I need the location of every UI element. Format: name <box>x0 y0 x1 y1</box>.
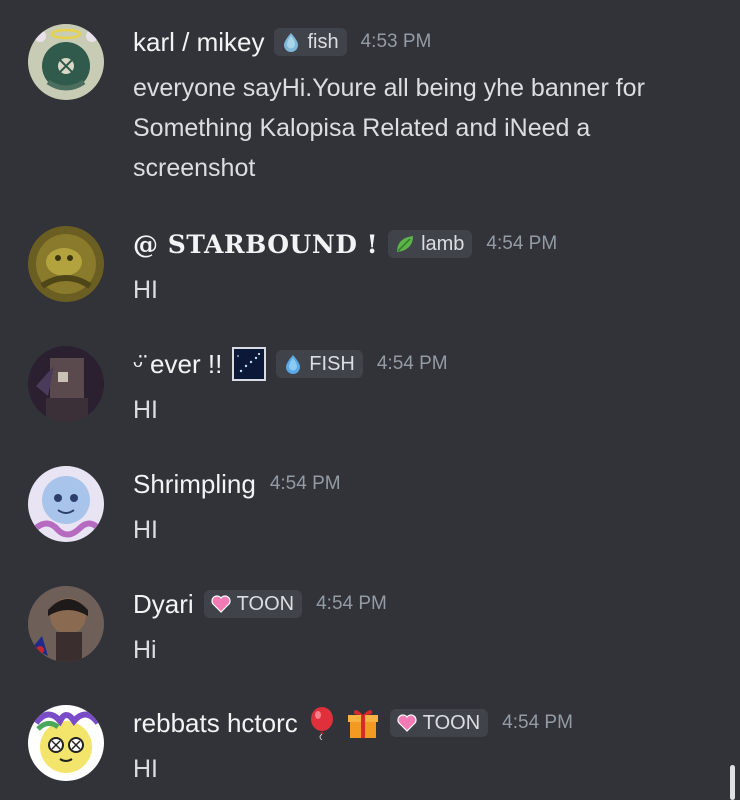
message-text: HI <box>133 755 158 783</box>
avatar[interactable] <box>28 586 104 662</box>
author-name[interactable]: ᵕ̈ ever !! <box>133 349 222 380</box>
water-drop-icon <box>286 355 301 374</box>
message-text: everyone sayHi.Youre all being yhe banne… <box>133 74 645 182</box>
gift-icon <box>346 706 380 740</box>
server-tag[interactable]: fish <box>274 28 347 56</box>
pink-heart-icon <box>397 714 417 732</box>
starry-night-icon <box>232 347 267 381</box>
avatar[interactable] <box>28 705 104 781</box>
message-text: Hi <box>133 636 157 664</box>
timestamp: 4:54 PM <box>269 473 341 494</box>
timestamp: 4:54 PM <box>486 233 558 254</box>
timestamp: 4:53 PM <box>360 31 432 52</box>
server-tag[interactable]: lamb <box>388 230 473 258</box>
message-text: HI <box>133 276 158 304</box>
server-tag-label: lamb <box>421 232 465 255</box>
server-tag-label: TOON <box>236 592 295 615</box>
message-text: HI <box>133 516 158 544</box>
author-name[interactable]: @ STARBOUND ! <box>133 230 378 259</box>
avatar[interactable] <box>28 466 104 542</box>
server-tag-label: fish <box>307 30 339 53</box>
author-name[interactable]: karl / mikey <box>133 27 264 58</box>
author-name[interactable]: Dyari <box>133 589 194 620</box>
server-tag[interactable]: TOON <box>389 709 489 737</box>
server-tag[interactable]: TOON <box>203 590 303 618</box>
author-name[interactable]: rebbats hctorc <box>133 708 298 739</box>
timestamp: 4:54 PM <box>502 712 573 733</box>
server-tag-label: FISH <box>309 352 355 375</box>
author-name[interactable]: Shrimpling <box>133 469 256 500</box>
avatar[interactable] <box>28 226 104 302</box>
water-drop-icon <box>284 33 299 52</box>
server-tag[interactable]: FISH <box>276 350 363 378</box>
scrollbar-thumb[interactable] <box>730 765 735 800</box>
balloon-icon <box>308 706 336 740</box>
timestamp: 4:54 PM <box>376 353 448 374</box>
pink-heart-icon <box>211 595 231 613</box>
server-tag-label: TOON <box>422 711 481 734</box>
leaf-icon <box>397 236 414 252</box>
message-text: HI <box>133 396 158 424</box>
avatar[interactable] <box>28 24 104 100</box>
timestamp: 4:54 PM <box>316 593 387 614</box>
avatar[interactable] <box>28 346 104 422</box>
